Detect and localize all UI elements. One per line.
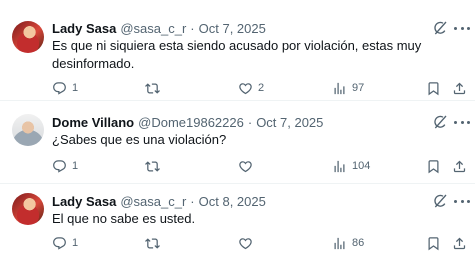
author-name[interactable]: Dome Villano	[52, 115, 134, 130]
more-icon[interactable]	[454, 193, 470, 209]
tweet[interactable]: Lady Sasa @sasa_c_r · Oct 8, 2025 El que…	[0, 183, 475, 265]
divider	[0, 100, 475, 101]
views-icon	[332, 81, 347, 96]
avatar[interactable]	[12, 114, 44, 146]
tweet-date[interactable]: Oct 7, 2025	[256, 115, 323, 130]
share-icon	[452, 81, 467, 96]
view-count: 86	[352, 237, 365, 249]
bookmark-button[interactable]	[426, 234, 441, 252]
views-button[interactable]: 104	[332, 157, 370, 175]
bookmark-icon	[426, 81, 441, 96]
tweet-header: Dome Villano @Dome19862226 · Oct 7, 2025	[52, 113, 323, 131]
tweet-header: Lady Sasa @sasa_c_r · Oct 8, 2025	[52, 192, 266, 210]
retweet-icon	[145, 81, 160, 96]
tweet-date[interactable]: Oct 8, 2025	[199, 194, 266, 209]
author-handle[interactable]: @sasa_c_r	[120, 21, 186, 36]
like-button[interactable]	[238, 234, 258, 252]
separator-dot: ·	[190, 193, 195, 209]
reply-icon	[52, 159, 67, 174]
share-button[interactable]	[452, 79, 467, 97]
reply-icon	[52, 236, 67, 251]
share-button[interactable]	[452, 234, 467, 252]
bookmark-button[interactable]	[426, 79, 441, 97]
share-icon	[452, 236, 467, 251]
heart-icon	[238, 236, 253, 251]
retweet-icon	[145, 236, 160, 251]
avatar[interactable]	[12, 21, 44, 53]
divider	[0, 183, 475, 184]
author-handle[interactable]: @Dome19862226	[138, 115, 244, 130]
views-icon	[332, 159, 347, 174]
tweet-text: ¿Sabes que es una violación?	[52, 132, 227, 147]
heart-icon	[238, 159, 253, 174]
views-icon	[332, 236, 347, 251]
tweet-text: El que no sabe es usted.	[52, 211, 196, 226]
like-button[interactable]	[238, 157, 258, 175]
separator-dot: ·	[247, 114, 253, 130]
avatar[interactable]	[12, 193, 44, 225]
retweet-button[interactable]	[145, 79, 165, 97]
retweet-button[interactable]	[145, 234, 165, 252]
reply-count: 1	[72, 237, 79, 249]
like-count: 2	[258, 82, 265, 94]
share-icon	[452, 159, 467, 174]
like-button[interactable]: 2	[238, 79, 264, 97]
bookmark-icon	[426, 236, 441, 251]
view-count: 97	[352, 82, 365, 94]
tweet-date[interactable]: Oct 7, 2025	[199, 21, 266, 36]
tweet-actions: 1 2 97	[52, 79, 467, 97]
tweet-text: Es que ni siquiera esta siendo acusado p…	[52, 38, 422, 71]
views-button[interactable]: 86	[332, 234, 364, 252]
heart-icon	[238, 81, 253, 96]
reply-button[interactable]: 1	[52, 157, 78, 175]
author-handle[interactable]: @sasa_c_r	[120, 194, 186, 209]
reply-count: 1	[72, 160, 79, 172]
tweet-actions: 1 104	[52, 157, 467, 175]
reply-button[interactable]: 1	[52, 234, 78, 252]
bookmark-icon	[426, 159, 441, 174]
view-count: 104	[352, 160, 371, 172]
tweet-actions: 1 86	[52, 234, 467, 252]
retweet-button[interactable]	[145, 157, 165, 175]
tweet-header: Lady Sasa @sasa_c_r · Oct 7, 2025	[52, 19, 266, 37]
separator-dot: ·	[190, 20, 195, 36]
tweet[interactable]: Dome Villano @Dome19862226 · Oct 7, 2025…	[0, 100, 475, 183]
reply-button[interactable]: 1	[52, 79, 78, 97]
tweet[interactable]: Lady Sasa @sasa_c_r · Oct 7, 2025 Es que…	[0, 0, 475, 100]
views-button[interactable]: 97	[332, 79, 364, 97]
reply-icon	[52, 81, 67, 96]
more-icon[interactable]	[454, 20, 470, 36]
grok-icon[interactable]	[432, 20, 448, 36]
more-icon[interactable]	[454, 114, 470, 130]
author-name[interactable]: Lady Sasa	[52, 194, 116, 209]
share-button[interactable]	[452, 157, 467, 175]
grok-icon[interactable]	[432, 114, 448, 130]
retweet-icon	[145, 159, 160, 174]
grok-icon[interactable]	[432, 193, 448, 209]
author-name[interactable]: Lady Sasa	[52, 21, 116, 36]
bookmark-button[interactable]	[426, 157, 441, 175]
reply-count: 1	[72, 82, 79, 94]
